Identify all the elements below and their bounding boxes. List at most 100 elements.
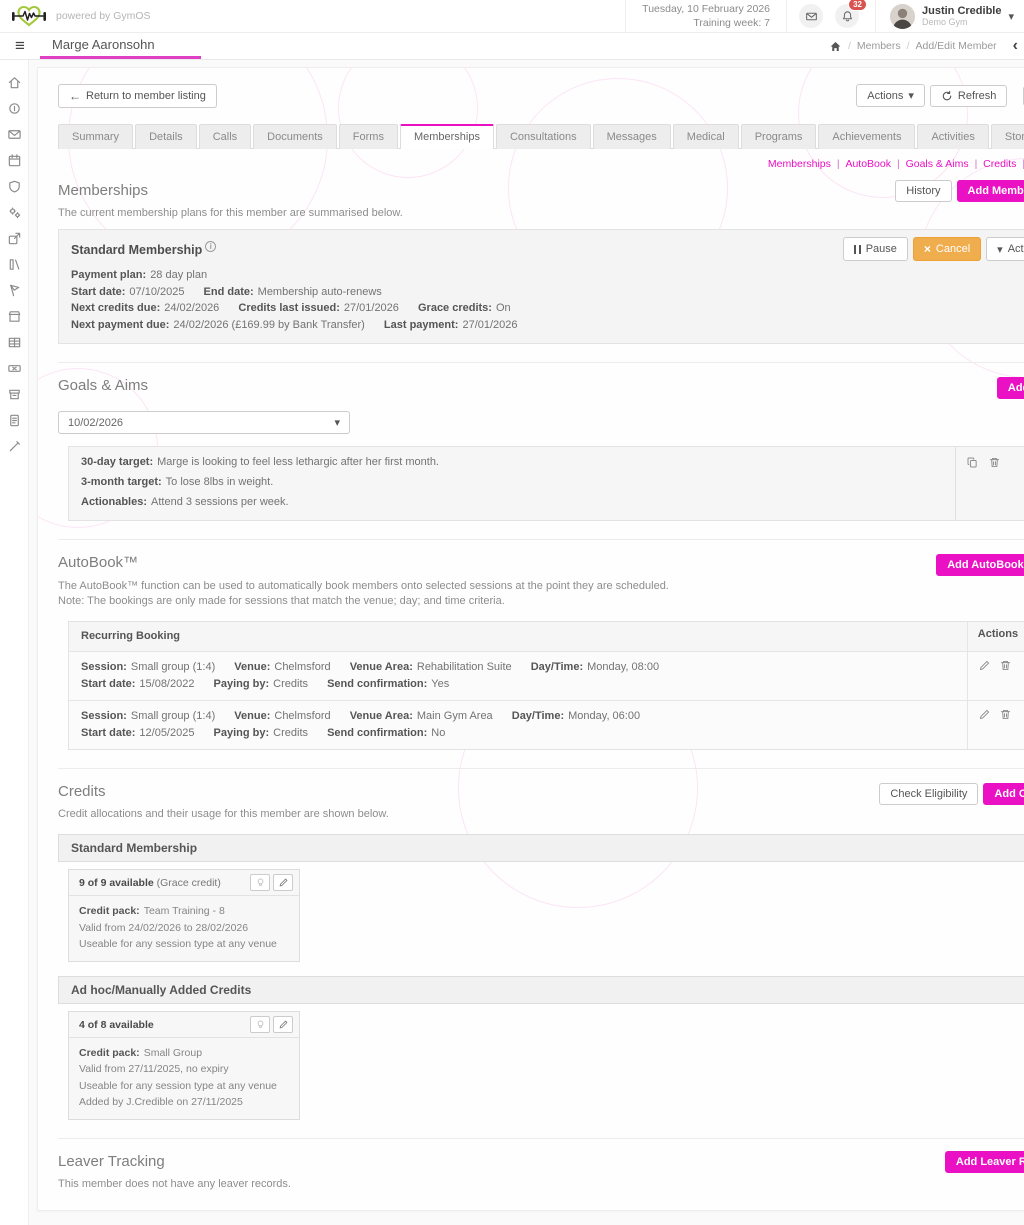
edit-autobook-button[interactable]	[978, 708, 991, 721]
collapse-panel-icon[interactable]	[1013, 37, 1018, 55]
goal-date-select[interactable]: 10/02/2026	[58, 411, 350, 434]
tab-memberships[interactable]: Memberships	[400, 124, 494, 149]
credit-usage-button[interactable]	[250, 1016, 270, 1033]
user-name: Justin Credible	[922, 5, 1001, 17]
sidebar-item-security[interactable]	[0, 178, 28, 195]
breadcrumb-add-edit-member[interactable]: Add/Edit Member	[916, 40, 997, 52]
anchor-autobook[interactable]: AutoBook	[837, 158, 891, 170]
tab-consultations[interactable]: Consultations	[496, 124, 591, 149]
breadcrumb-members[interactable]: Members	[857, 40, 901, 52]
credit-note: (Grace credit)	[157, 877, 221, 889]
anchor-credits[interactable]: Credits	[975, 158, 1017, 170]
add-credits-button[interactable]: Add Credits	[983, 783, 1024, 805]
add-goal-button[interactable]: Add Goal	[997, 377, 1024, 399]
goal-actionables: Actionables:Attend 3 sessions per week.	[81, 496, 943, 508]
check-eligibility-button[interactable]: Check Eligibility	[879, 783, 978, 805]
credits-line: Next credits due:24/02/2026 Credits last…	[71, 300, 1024, 317]
sidebar-item-library[interactable]	[0, 256, 28, 273]
hamburger-icon	[15, 36, 25, 56]
leaver-title: Leaver Tracking	[58, 1153, 291, 1170]
home-icon	[7, 75, 22, 90]
tab-medical[interactable]: Medical	[673, 124, 739, 149]
autobook-title: AutoBook™	[58, 554, 669, 571]
bulb-icon	[255, 877, 266, 888]
membership-plan-card: Standard Membership Pause Cancel	[58, 229, 1024, 344]
tab-calls[interactable]: Calls	[199, 124, 251, 149]
add-autobook-button[interactable]: Add AutoBook	[936, 554, 1024, 576]
delete-autobook-button[interactable]	[999, 708, 1012, 721]
history-button[interactable]: History	[895, 180, 951, 202]
notifications-button[interactable]: 32	[835, 4, 859, 28]
caret-down-icon	[334, 416, 340, 429]
powered-by-text: powered by GymOS	[56, 10, 151, 22]
column-recurring-booking: Recurring Booking	[69, 622, 967, 651]
pencil-icon	[978, 708, 991, 721]
credits-title: Credits	[58, 783, 389, 800]
refresh-button[interactable]: Refresh	[930, 85, 1008, 107]
cancel-membership-button[interactable]: Cancel	[913, 237, 981, 261]
sidebar-item-status[interactable]	[0, 100, 28, 117]
training-week: Training week: 7	[693, 16, 770, 30]
credits-description: Credit allocations and their usage for t…	[58, 808, 389, 820]
tab-activities[interactable]: Activities	[917, 124, 988, 149]
tab-messages[interactable]: Messages	[593, 124, 671, 149]
edit-credit-button[interactable]	[273, 1016, 293, 1033]
sidebar-item-reports[interactable]	[0, 412, 28, 429]
sidebar-item-classes[interactable]	[0, 282, 28, 299]
trash-icon	[988, 456, 1001, 469]
tab-documents[interactable]: Documents	[253, 124, 337, 149]
menu-toggle-button[interactable]	[0, 33, 40, 59]
pause-membership-button[interactable]: Pause	[843, 237, 908, 261]
credit-valid-line: Valid from 27/11/2025, no expiry	[79, 1061, 289, 1077]
caret-down-icon	[908, 89, 914, 102]
anchor-memberships[interactable]: Memberships	[768, 158, 831, 170]
tab-details[interactable]: Details	[135, 124, 197, 149]
sidebar-item-calendar[interactable]	[0, 152, 28, 169]
table-icon	[7, 335, 22, 350]
credit-useable-line: Useable for any session type at any venu…	[79, 936, 289, 952]
tab-achievements[interactable]: Achievements	[818, 124, 915, 149]
edit-credit-button[interactable]	[273, 874, 293, 891]
sidebar-item-products[interactable]	[0, 386, 28, 403]
user-org: Demo Gym	[922, 17, 1001, 27]
actions-dropdown-button[interactable]: Actions	[856, 84, 925, 107]
bulb-icon	[255, 1019, 266, 1030]
credit-usage-button[interactable]	[250, 874, 270, 891]
tab-programs[interactable]: Programs	[741, 124, 817, 149]
membership-actions-dropdown-button[interactable]: Actions	[986, 237, 1024, 261]
sidebar-item-store[interactable]	[0, 308, 28, 325]
delete-goal-button[interactable]	[988, 456, 1001, 469]
sidebar-item-tools[interactable]	[0, 438, 28, 455]
sidebar-item-settings[interactable]	[0, 204, 28, 221]
sidebar-item-vouchers[interactable]	[0, 360, 28, 377]
tab-forms[interactable]: Forms	[339, 124, 398, 149]
delete-autobook-button[interactable]	[999, 659, 1012, 672]
sidebar-item-messages[interactable]	[0, 126, 28, 143]
anchor-goals-aims[interactable]: Goals & Aims	[897, 158, 969, 170]
autobook-note: Note: The bookings are only made for ses…	[58, 595, 669, 607]
sidebar-item-tables[interactable]	[0, 334, 28, 351]
member-tabs: Summary Details Calls Documents Forms Me…	[58, 124, 1024, 149]
notification-badge: 32	[848, 0, 867, 11]
edit-autobook-button[interactable]	[978, 659, 991, 672]
user-menu[interactable]: Justin Credible Demo Gym	[875, 0, 1014, 32]
chevron-down-icon	[1008, 10, 1014, 23]
sidebar-item-export[interactable]	[0, 230, 28, 247]
return-to-member-listing-button[interactable]: Return to member listing	[58, 84, 217, 108]
sidebar	[0, 60, 29, 1225]
add-membership-button[interactable]: Add Membership	[957, 180, 1024, 202]
credit-useable-line: Useable for any session type at any venu…	[79, 1078, 289, 1094]
books-icon	[7, 257, 22, 272]
tab-summary[interactable]: Summary	[58, 124, 133, 149]
add-leaver-record-button[interactable]: Add Leaver Record	[945, 1151, 1024, 1173]
home-icon[interactable]	[829, 40, 842, 53]
messages-button[interactable]	[799, 4, 823, 28]
tab-store-tab[interactable]: Store Tab	[991, 124, 1024, 149]
credit-availability: 4 of 8 available	[79, 1019, 154, 1031]
copy-goal-button[interactable]	[966, 456, 979, 469]
refresh-icon	[941, 90, 953, 102]
shield-icon	[7, 179, 22, 194]
gears-icon	[7, 205, 22, 220]
sidebar-item-home[interactable]	[0, 74, 28, 91]
info-icon[interactable]	[205, 241, 216, 252]
